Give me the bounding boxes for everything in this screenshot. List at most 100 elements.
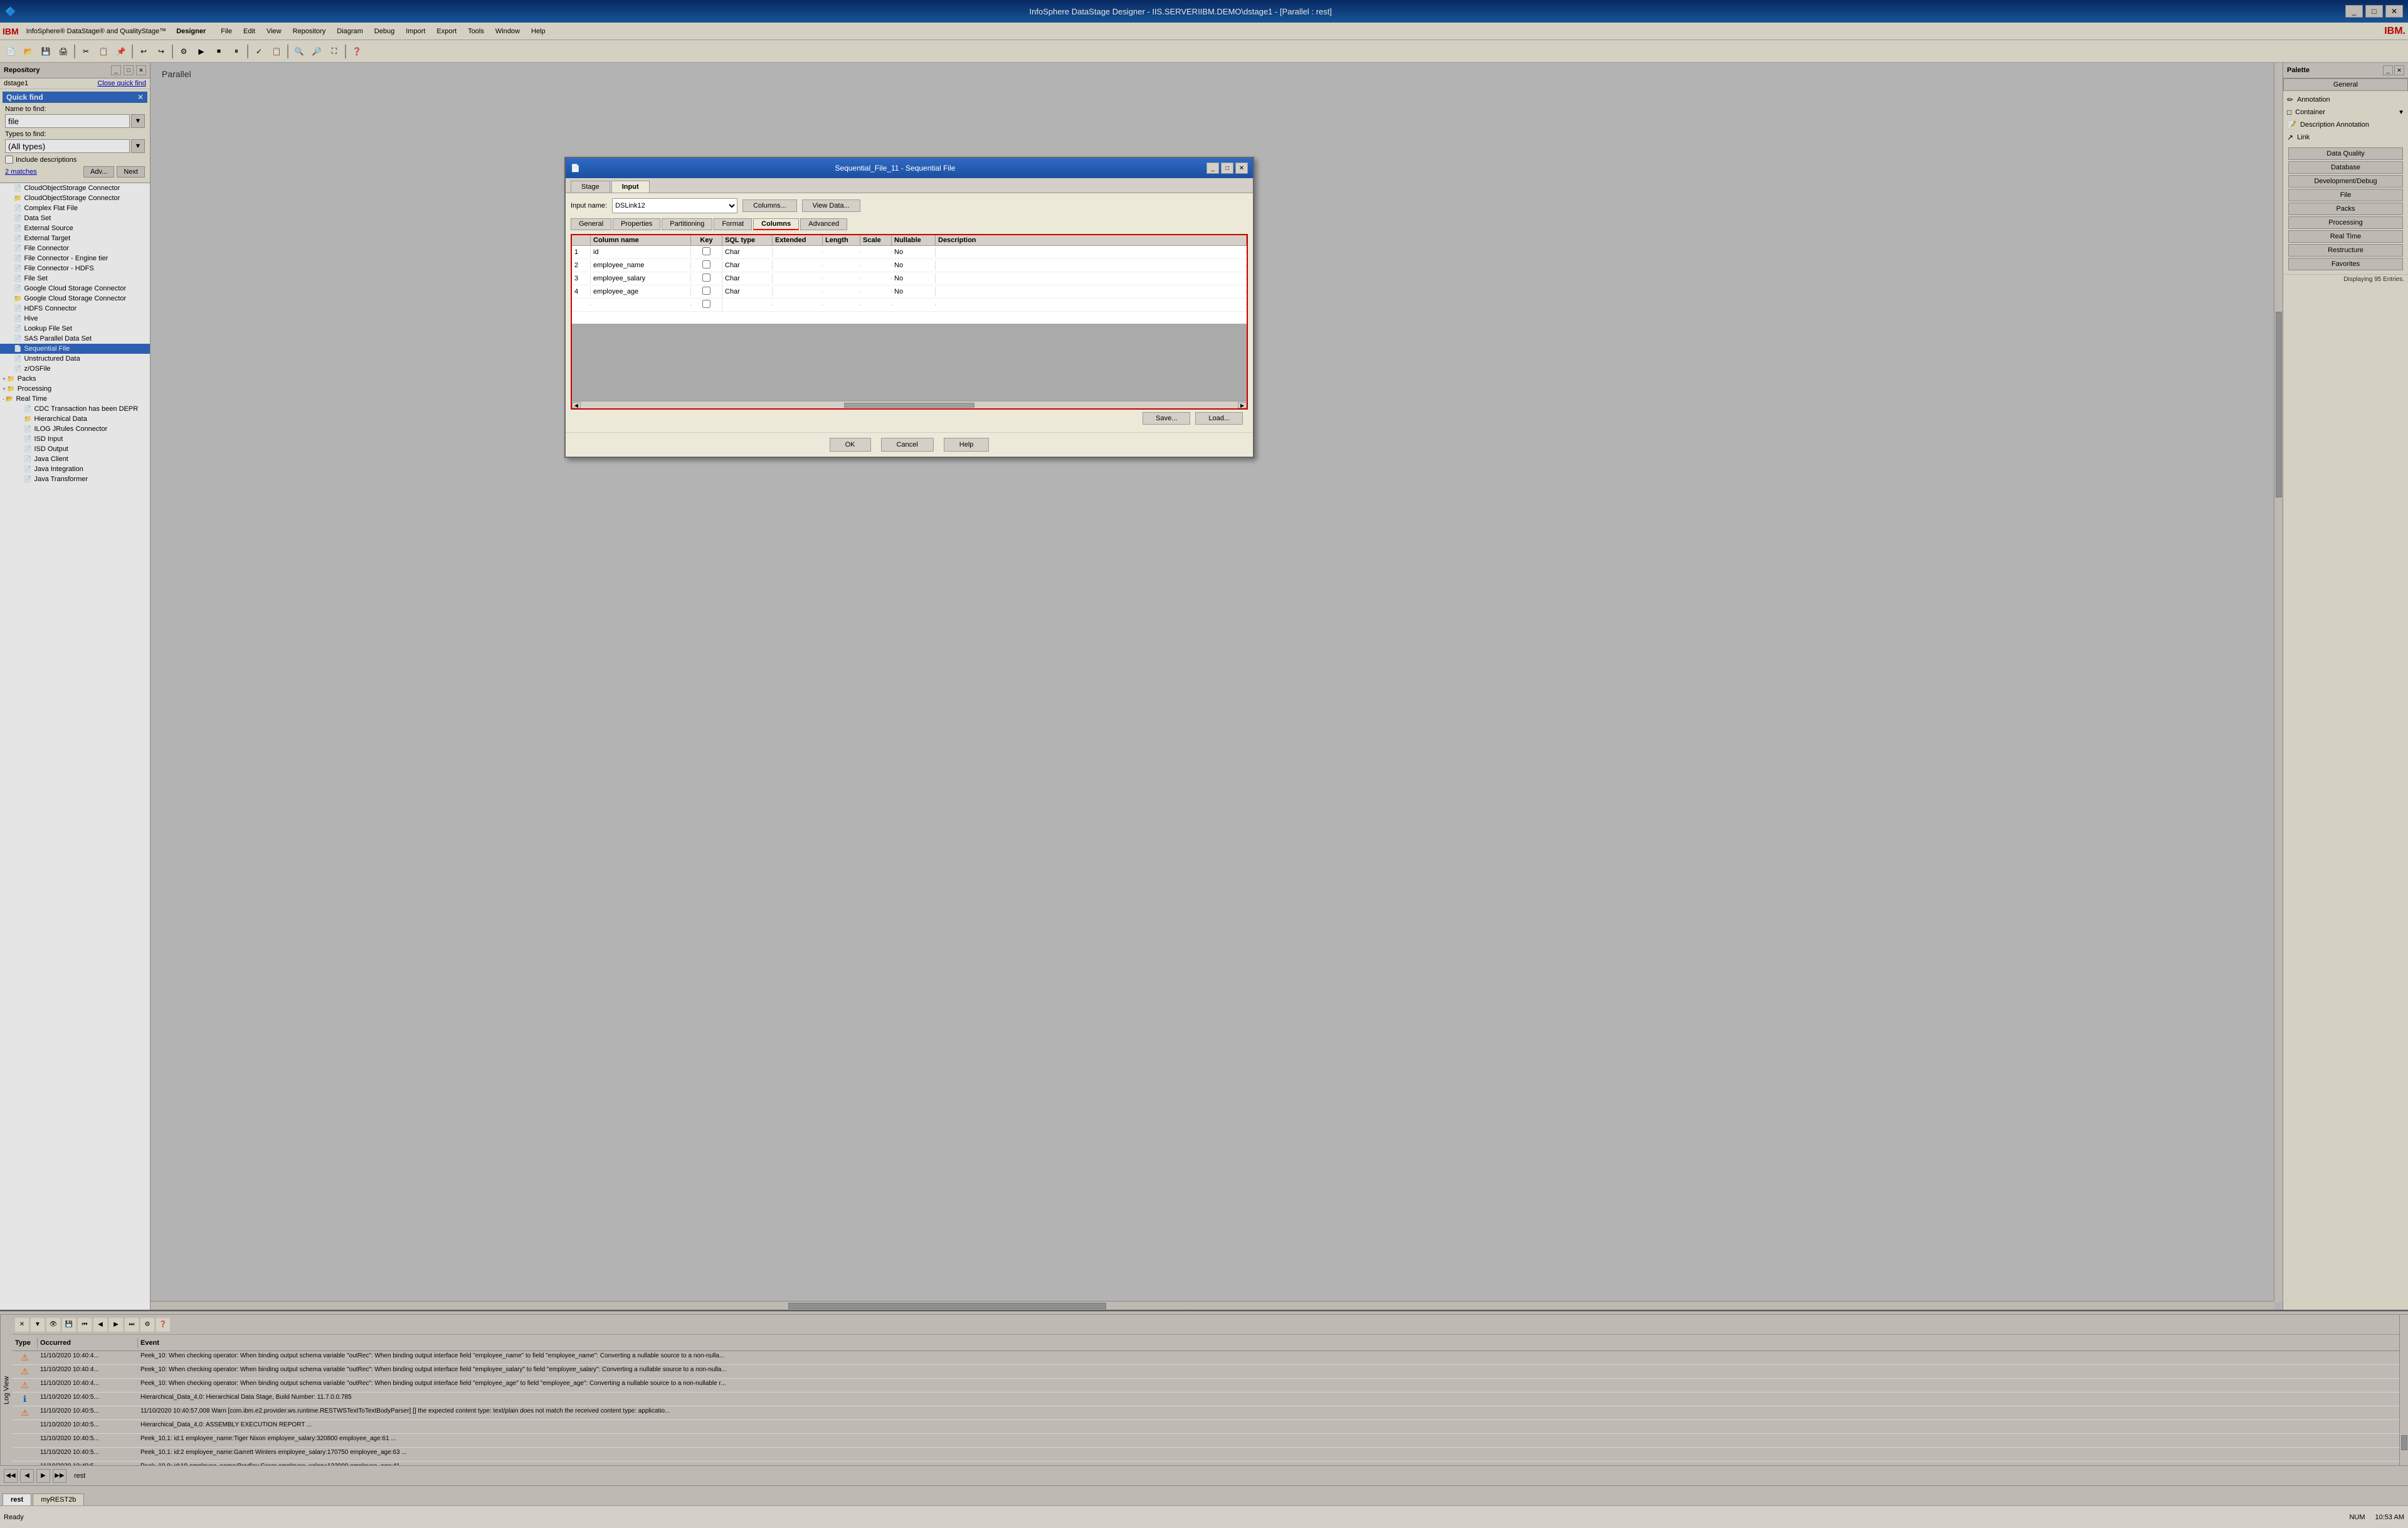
col-desc-2 xyxy=(936,264,1247,267)
col-hdr-scale: Scale xyxy=(860,235,892,245)
col-hdr-ext: Extended xyxy=(773,235,823,245)
col-hdr-name: Column name xyxy=(591,235,691,245)
col-scroll-right-btn[interactable]: ▶ xyxy=(1238,402,1247,408)
col-name-3: employee_salary xyxy=(591,273,691,284)
modal-save-load: Save... Load... xyxy=(571,410,1248,427)
col-hdr-nullable: Nullable xyxy=(892,235,936,245)
col-row-4[interactable]: 4 employee_age Char No xyxy=(572,285,1247,299)
status-time: 10:53 AM xyxy=(2375,1514,2404,1521)
status-bar: Ready NUM 10:53 AM xyxy=(0,1505,2408,1528)
col-key-check-empty[interactable] xyxy=(702,300,710,308)
modal-dialog: 📄 Sequential_File_11 - Sequential File _… xyxy=(564,157,1254,458)
modal-maximize-btn[interactable]: □ xyxy=(1221,162,1233,174)
col-num-3: 3 xyxy=(572,273,591,284)
col-key-3 xyxy=(691,272,722,285)
col-num-1: 1 xyxy=(572,247,591,257)
col-hdr-num xyxy=(572,235,591,245)
col-scale-2 xyxy=(860,264,892,267)
modal-footer: OK Cancel Help xyxy=(566,432,1253,457)
col-len-4 xyxy=(823,290,860,293)
col-num-empty xyxy=(572,304,591,306)
col-sql-4: Char xyxy=(722,287,773,297)
col-desc-empty xyxy=(936,304,1247,306)
inner-tab-properties[interactable]: Properties xyxy=(613,218,660,230)
modal-close-btn[interactable]: ✕ xyxy=(1235,162,1248,174)
col-scroll-thumb[interactable] xyxy=(844,403,975,408)
gray-area xyxy=(572,324,1247,401)
col-hdr-len: Length xyxy=(823,235,860,245)
col-key-4 xyxy=(691,285,722,298)
col-ext-empty xyxy=(773,304,823,306)
col-sql-empty xyxy=(722,304,773,306)
status-ready: Ready xyxy=(4,1514,24,1521)
col-row-1[interactable]: 1 id Char No xyxy=(572,246,1247,259)
inner-tabs: General Properties Partitioning Format C… xyxy=(571,218,1248,230)
modal-titlebar: 📄 Sequential_File_11 - Sequential File _… xyxy=(566,158,1253,178)
col-key-2 xyxy=(691,259,722,272)
load-button[interactable]: Load... xyxy=(1195,412,1243,425)
col-desc-3 xyxy=(936,277,1247,280)
col-name-2: employee_name xyxy=(591,260,691,270)
col-hdr-desc: Description xyxy=(936,235,1247,245)
inner-tab-format[interactable]: Format xyxy=(714,218,752,230)
modal-tabs: Stage Input xyxy=(566,178,1253,193)
view-data-button[interactable]: View Data... xyxy=(802,199,860,212)
col-row-empty xyxy=(572,299,1247,312)
columns-table-body[interactable]: 1 id Char No 2 employee_name xyxy=(572,246,1247,324)
col-nullable-2: No xyxy=(892,260,936,270)
col-sql-1: Char xyxy=(722,247,773,257)
col-nullable-3: No xyxy=(892,273,936,284)
columns-horizontal-scrollbar[interactable]: ◀ ▶ xyxy=(572,401,1247,408)
col-key-check-4[interactable] xyxy=(702,287,710,295)
col-num-4: 4 xyxy=(572,287,591,297)
status-right: NUM 10:53 AM xyxy=(2349,1514,2404,1521)
col-len-empty xyxy=(823,304,860,306)
modal-controls: _ □ ✕ xyxy=(1207,162,1248,174)
col-ext-4 xyxy=(773,290,823,293)
inner-tab-partitioning[interactable]: Partitioning xyxy=(662,218,712,230)
modal-tab-input[interactable]: Input xyxy=(611,181,650,193)
col-key-empty xyxy=(691,299,722,311)
modal-body: Input name: DSLink12 Columns... View Dat… xyxy=(566,193,1253,432)
col-sql-3: Char xyxy=(722,273,773,284)
col-desc-4 xyxy=(936,290,1247,293)
ok-button[interactable]: OK xyxy=(830,438,871,452)
modal-tab-stage[interactable]: Stage xyxy=(571,181,610,193)
col-row-3[interactable]: 3 employee_salary Char No xyxy=(572,272,1247,285)
col-scale-4 xyxy=(860,290,892,293)
input-name-row: Input name: DSLink12 Columns... View Dat… xyxy=(571,198,1248,213)
col-key-check-1[interactable] xyxy=(702,247,710,255)
col-scale-1 xyxy=(860,251,892,253)
cancel-button[interactable]: Cancel xyxy=(881,438,934,452)
columns-table-header: Column name Key SQL type Extended Length… xyxy=(572,235,1247,246)
input-name-select[interactable]: DSLink12 xyxy=(612,198,737,213)
col-nullable-4: No xyxy=(892,287,936,297)
col-hdr-sql: SQL type xyxy=(722,235,773,245)
col-scale-3 xyxy=(860,277,892,280)
inner-tab-advanced[interactable]: Advanced xyxy=(800,218,847,230)
col-num-2: 2 xyxy=(572,260,591,270)
help-button[interactable]: Help xyxy=(944,438,990,452)
col-scroll-left-btn[interactable]: ◀ xyxy=(572,402,581,408)
col-desc-1 xyxy=(936,251,1247,253)
modal-title: Sequential_File_11 - Sequential File xyxy=(835,164,956,172)
columns-table-wrapper: Column name Key SQL type Extended Length… xyxy=(571,234,1248,410)
inner-tab-general[interactable]: General xyxy=(571,218,611,230)
col-key-check-2[interactable] xyxy=(702,260,710,268)
col-key-check-3[interactable] xyxy=(702,273,710,282)
save-button[interactable]: Save... xyxy=(1143,412,1190,425)
columns-button[interactable]: Columns... xyxy=(742,199,797,212)
col-name-empty xyxy=(591,304,691,306)
modal-minimize-btn[interactable]: _ xyxy=(1207,162,1219,174)
col-ext-2 xyxy=(773,264,823,267)
col-hdr-key: Key xyxy=(691,235,722,245)
col-key-1 xyxy=(691,246,722,258)
modal-icon: 📄 xyxy=(571,164,580,172)
col-nullable-empty xyxy=(892,304,936,306)
col-scroll-track[interactable] xyxy=(582,403,1237,408)
input-name-label: Input name: xyxy=(571,202,607,210)
col-len-1 xyxy=(823,251,860,253)
inner-tab-columns[interactable]: Columns xyxy=(753,218,799,230)
col-len-2 xyxy=(823,264,860,267)
col-row-2[interactable]: 2 employee_name Char No xyxy=(572,259,1247,272)
